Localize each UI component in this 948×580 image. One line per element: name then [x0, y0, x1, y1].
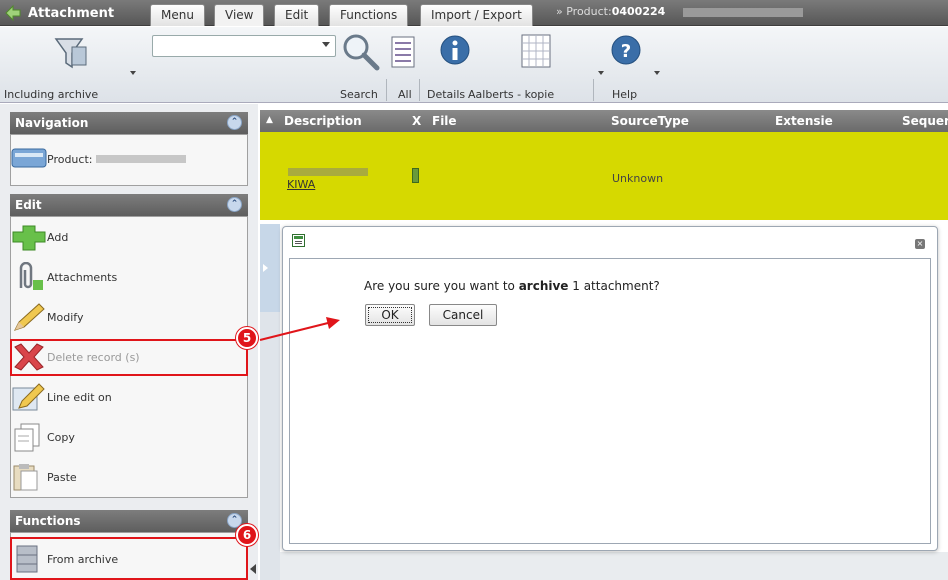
- all-label: All: [398, 88, 412, 101]
- tab-functions[interactable]: Functions: [329, 4, 409, 26]
- dialog-window-icon: [292, 234, 305, 247]
- info-icon: [440, 35, 470, 65]
- svg-text:?: ?: [621, 41, 631, 62]
- file-icon[interactable]: [412, 168, 419, 183]
- search-button[interactable]: [340, 31, 382, 73]
- back-arrow-icon[interactable]: [4, 4, 22, 22]
- collapse-icon[interactable]: ⌃: [227, 115, 242, 130]
- help-label: Help: [612, 88, 638, 101]
- callout-arrow-icon: [259, 317, 340, 341]
- chevron-down-icon[interactable]: [654, 71, 660, 75]
- grid-footer: [280, 552, 948, 580]
- grid-header: ▲ Description X File SourceType Extensie…: [260, 110, 948, 132]
- divider: [419, 79, 420, 101]
- column-file[interactable]: File: [432, 114, 457, 128]
- top-header-bar: Attachment Menu View Edit Functions Impo…: [0, 0, 948, 26]
- app-title[interactable]: Attachment: [4, 3, 114, 23]
- chevron-down-icon: [322, 42, 330, 47]
- column-sequence[interactable]: Sequer: [902, 114, 948, 128]
- product-icon: [11, 144, 47, 174]
- attachments-button[interactable]: Attachments: [11, 261, 117, 293]
- layout-label: Aalberts - kopie: [468, 88, 555, 101]
- app-title-label: Attachment: [28, 5, 115, 21]
- cancel-button[interactable]: Cancel: [429, 304, 497, 326]
- pencil-icon: [11, 302, 47, 332]
- callout-from-archive-highlight: [10, 537, 248, 580]
- paste-button[interactable]: Paste: [11, 461, 77, 493]
- line-edit-icon: [11, 382, 47, 412]
- line-edit-button[interactable]: Line edit on: [11, 381, 112, 413]
- dialog-content: Are you sure you want to archive 1 attac…: [289, 258, 931, 544]
- table-row[interactable]: KIWA Unknown: [260, 132, 948, 220]
- row-selector-strip: [260, 224, 280, 580]
- list-icon: [391, 36, 415, 68]
- archive-filter-button[interactable]: [52, 33, 92, 73]
- archive-filter-label: Including archive: [4, 88, 99, 101]
- source-type-cell: Unknown: [612, 172, 664, 185]
- search-field-select[interactable]: [152, 35, 336, 57]
- search-icon: [343, 34, 380, 71]
- grid-layout-icon: [521, 34, 551, 68]
- confirm-dialog: × Are you sure you want to archive 1 att…: [282, 226, 938, 551]
- callout-delete-highlight: [10, 339, 248, 376]
- chevron-down-icon[interactable]: [598, 71, 604, 75]
- modify-button[interactable]: Modify: [11, 301, 83, 333]
- sort-ascending-icon[interactable]: ▲: [266, 115, 273, 125]
- copy-button[interactable]: Copy: [11, 421, 75, 453]
- tab-edit[interactable]: Edit: [274, 4, 320, 26]
- collapse-panel-arrow-icon[interactable]: [250, 564, 256, 574]
- column-description[interactable]: Description: [284, 114, 362, 128]
- navigation-section-header[interactable]: Navigation ⌃: [10, 112, 248, 134]
- search-label: Search: [340, 88, 378, 101]
- expand-arrow-icon[interactable]: [263, 264, 268, 272]
- layout-button[interactable]: [520, 33, 552, 69]
- callout-badge-5: 5: [236, 327, 258, 349]
- tab-import-export[interactable]: Import / Export: [420, 4, 533, 26]
- close-icon[interactable]: ×: [915, 239, 925, 249]
- details-button[interactable]: [439, 33, 471, 69]
- functions-section-header[interactable]: Functions ⌃: [10, 510, 248, 532]
- column-extensie[interactable]: Extensie: [775, 114, 833, 128]
- redacted-text: [683, 8, 803, 17]
- plus-icon: [11, 222, 47, 252]
- filter-funnel-icon: [54, 38, 87, 69]
- toolbar: Including archive Search All Details Aal…: [0, 27, 948, 103]
- all-button[interactable]: [390, 33, 416, 71]
- description-link[interactable]: KIWA: [287, 178, 315, 191]
- dialog-message: Are you sure you want to archive 1 attac…: [364, 279, 660, 293]
- help-icon: ?: [611, 35, 641, 65]
- paste-icon: [11, 462, 47, 492]
- redacted-text: [288, 168, 368, 176]
- help-button[interactable]: ?: [610, 33, 642, 69]
- callout-badge-6: 6: [236, 524, 258, 546]
- divider: [593, 79, 594, 101]
- divider: [386, 79, 387, 101]
- chevron-down-icon[interactable]: [130, 71, 136, 75]
- ok-button[interactable]: OK: [365, 304, 415, 326]
- details-label: Details: [427, 88, 466, 101]
- add-button[interactable]: Add: [11, 221, 68, 253]
- collapse-icon[interactable]: ⌃: [227, 197, 242, 212]
- copy-icon: [11, 422, 47, 452]
- redacted-text: [96, 155, 187, 163]
- nav-item-product[interactable]: Product:: [11, 143, 187, 175]
- tab-menu[interactable]: Menu: [150, 4, 205, 26]
- paperclip-icon: [11, 261, 47, 292]
- column-x[interactable]: X: [412, 114, 421, 128]
- tab-view[interactable]: View: [214, 4, 265, 26]
- navigation-section: Product:: [10, 134, 248, 186]
- column-sourcetype[interactable]: SourceType: [611, 114, 689, 128]
- edit-section-header[interactable]: Edit ⌃: [10, 194, 248, 216]
- breadcrumb: » Product:0400224: [556, 5, 666, 18]
